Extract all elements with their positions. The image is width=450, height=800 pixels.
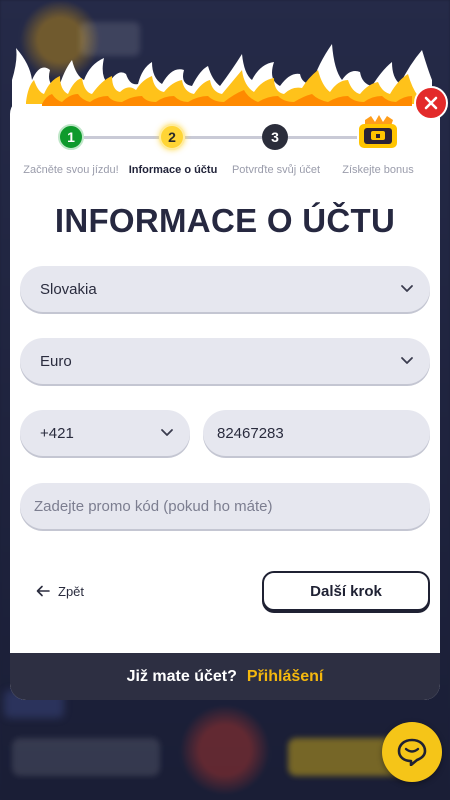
step-1-indicator: 1 bbox=[58, 124, 84, 150]
step-connector bbox=[288, 136, 357, 139]
close-icon bbox=[424, 96, 438, 110]
phone-number-field[interactable]: 82467283 bbox=[203, 410, 430, 456]
registration-modal: 1 2 3 Začněte svou jízdu! Informace o úč… bbox=[10, 98, 440, 700]
currency-select[interactable]: Euro bbox=[20, 338, 430, 384]
chat-icon bbox=[397, 738, 427, 766]
treasure-chest-icon bbox=[359, 115, 397, 148]
phone-code-value: +421 bbox=[40, 424, 74, 442]
chevron-down-icon bbox=[401, 357, 413, 364]
next-step-button[interactable]: Další krok bbox=[262, 571, 430, 611]
flames-decoration bbox=[12, 44, 432, 110]
back-button-label: Zpět bbox=[58, 583, 85, 599]
country-select[interactable]: Slovakia bbox=[20, 266, 430, 312]
promo-code-field[interactable]: Zadejte promo kód (pokud ho máte) bbox=[20, 483, 430, 529]
login-footer: Již mate účet? Přihlášení bbox=[10, 653, 440, 700]
page-title: INFORMACE O ÚČTU bbox=[54, 202, 396, 239]
step-connector bbox=[185, 136, 262, 139]
next-step-label: Další krok bbox=[310, 582, 382, 600]
currency-value: Euro bbox=[40, 352, 72, 370]
chevron-down-icon bbox=[401, 285, 413, 292]
step-3-indicator: 3 bbox=[262, 124, 288, 150]
phone-number-value: 82467283 bbox=[217, 424, 284, 442]
country-value: Slovakia bbox=[40, 280, 97, 298]
registration-stepper: 1 2 3 Začněte svou jízdu! Informace o úč… bbox=[10, 98, 440, 188]
close-button[interactable] bbox=[414, 86, 448, 120]
phone-code-select[interactable]: +421 bbox=[20, 410, 190, 456]
promo-code-placeholder: Zadejte promo kód (pokud ho máte) bbox=[34, 497, 273, 515]
step-1-label: Začněte svou jízdu! bbox=[23, 164, 119, 176]
background-button bbox=[12, 738, 160, 776]
step-2-indicator: 2 bbox=[159, 124, 185, 150]
step-3-label: Potvrďte svůj účet bbox=[231, 164, 321, 176]
chat-button[interactable] bbox=[382, 722, 442, 782]
login-link[interactable]: Přihlášení bbox=[247, 668, 323, 686]
step-connector bbox=[84, 136, 159, 139]
has-account-text: Již mate účet? bbox=[126, 667, 237, 685]
chevron-down-icon bbox=[161, 429, 173, 436]
step-4-label: Získejte bonus bbox=[342, 164, 414, 176]
back-button[interactable]: Zpět bbox=[36, 580, 84, 602]
arrow-left-icon bbox=[36, 585, 50, 597]
step-2-label: Informace o účtu bbox=[128, 164, 218, 176]
